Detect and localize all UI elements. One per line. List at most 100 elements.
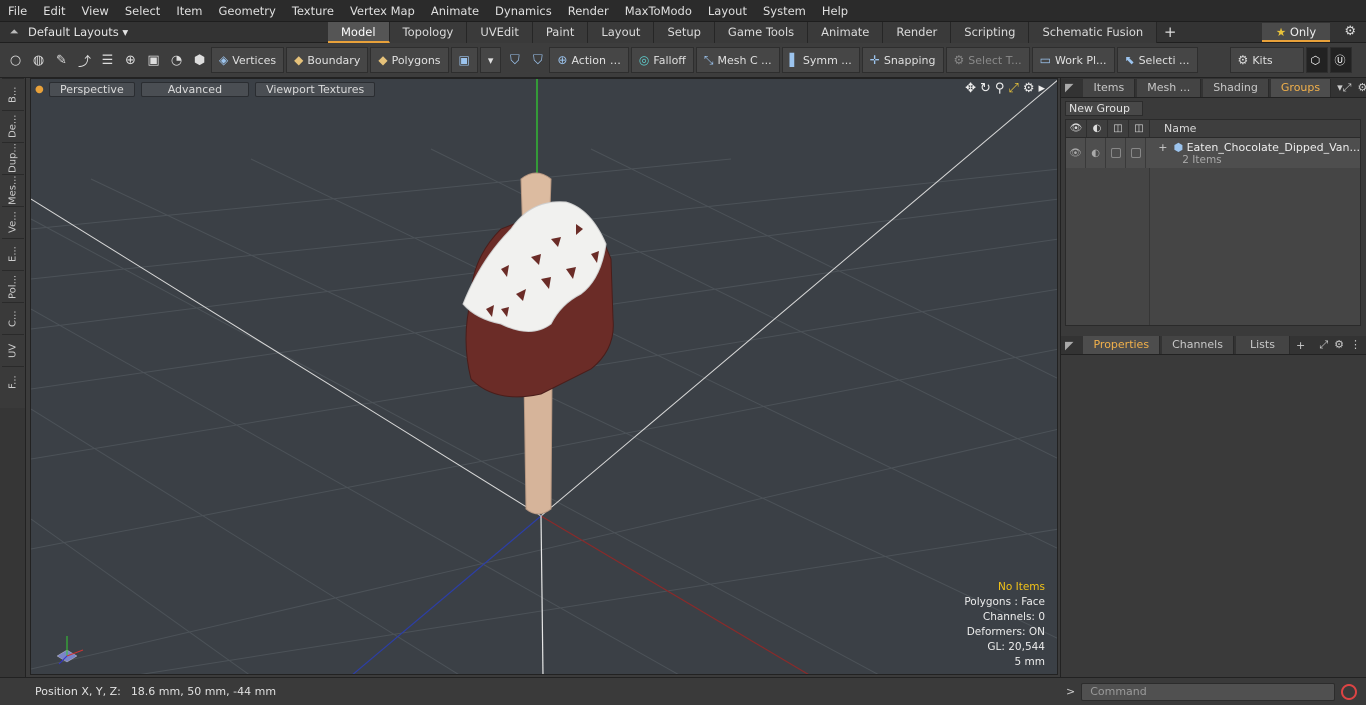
command-arrow-icon[interactable]: > — [1066, 685, 1075, 698]
symmetry-button[interactable]: ▌ Symm ... — [781, 47, 860, 73]
menu-select[interactable]: Select — [117, 0, 168, 22]
visibility-col-icon[interactable]: 👁 — [1066, 120, 1087, 137]
select-through-button[interactable]: ⚙ Select T... — [945, 47, 1030, 73]
tab-lists[interactable]: Lists — [1235, 336, 1290, 354]
new-group-button[interactable]: New Group — [1065, 101, 1143, 116]
tab-mesh[interactable]: Mesh ... — [1137, 78, 1202, 97]
zoom-icon[interactable]: ⚲ — [995, 81, 1005, 96]
expand-panel-icon[interactable]: ⤢ — [1343, 81, 1352, 95]
menu-edit[interactable]: Edit — [35, 0, 73, 22]
lock-checkbox[interactable] — [1106, 138, 1127, 168]
gear-icon[interactable]: ⚙ — [1344, 24, 1356, 39]
tab-animate[interactable]: Animate — [808, 21, 884, 43]
tab-layout[interactable]: Layout — [588, 21, 655, 43]
tab-schematic-fusion[interactable]: Schematic Fusion — [1029, 21, 1158, 43]
tab-shading[interactable]: Shading — [1203, 78, 1269, 97]
polygons-button[interactable]: ◆ Polygons — [370, 47, 449, 73]
rotate-icon[interactable]: ↻ — [980, 81, 991, 96]
snapping-button[interactable]: ✛ Snapping — [861, 47, 944, 73]
menu-layout[interactable]: Layout — [700, 0, 755, 22]
vertices-button[interactable]: ◈ Vertices — [211, 47, 285, 73]
menu-item[interactable]: Item — [168, 0, 210, 22]
tab-items[interactable]: Items — [1083, 78, 1136, 97]
viewport-textures-button[interactable]: Viewport Textures — [255, 81, 376, 97]
menu-render[interactable]: Render — [560, 0, 617, 22]
tab-channels[interactable]: Channels — [1162, 336, 1234, 354]
name-column-header[interactable]: Name — [1150, 120, 1196, 137]
pie-icon[interactable]: ◔ — [165, 47, 188, 73]
menu-geometry[interactable]: Geometry — [211, 0, 284, 22]
tab-game-tools[interactable]: Game Tools — [714, 21, 809, 43]
3d-viewport[interactable]: ● Perspective Advanced Viewport Textures… — [30, 78, 1058, 675]
panel-menu-dot-icon[interactable]: ◤ — [1065, 81, 1073, 94]
left-tab-curve[interactable]: C... — [2, 302, 24, 334]
shield-icon[interactable]: ⬢ — [188, 47, 211, 73]
render-toggle-icon[interactable]: ◐ — [1086, 138, 1107, 168]
layout-up-icon[interactable]: ⏶ — [0, 25, 28, 39]
tab-uvedit[interactable]: UVEdit — [467, 21, 533, 43]
pan-icon[interactable]: ✥ — [965, 81, 976, 96]
tab-setup[interactable]: Setup — [654, 21, 715, 43]
left-tab-mesh[interactable]: Mes... — [2, 174, 24, 206]
properties-more-icon[interactable]: ⋮ — [1350, 338, 1361, 352]
menu-vertex-map[interactable]: Vertex Map — [342, 0, 423, 22]
left-tab-duplicate[interactable]: Dup... — [2, 142, 24, 174]
properties-settings-icon[interactable]: ⚙ — [1334, 338, 1344, 352]
tab-model[interactable]: Model — [328, 21, 390, 43]
menu-file[interactable]: File — [0, 0, 35, 22]
globe-icon[interactable]: ◍ — [27, 47, 50, 73]
menu-system[interactable]: System — [755, 0, 814, 22]
advanced-button[interactable]: Advanced — [140, 81, 250, 97]
tab-paint[interactable]: Paint — [532, 21, 589, 43]
command-input[interactable]: Command — [1081, 682, 1336, 701]
lock-col-icon[interactable]: ◫ — [1108, 120, 1129, 137]
left-tab-basic[interactable]: B... — [2, 78, 24, 110]
maximize-icon[interactable]: ⤢ — [1008, 81, 1018, 96]
expand-plus-icon[interactable]: + — [1158, 141, 1167, 154]
render-col-icon[interactable]: ◐ — [1087, 120, 1108, 137]
pen-icon[interactable]: ✎ — [50, 47, 73, 73]
panel-settings-icon[interactable]: ⚙ — [1357, 81, 1366, 95]
menu-maxtomodo[interactable]: MaxToModo — [617, 0, 700, 22]
left-tab-edge[interactable]: E... — [2, 238, 24, 270]
expand-arrow-icon[interactable]: ▸ — [1038, 81, 1045, 96]
modo-cube-button[interactable]: ⬡ — [1305, 47, 1328, 73]
tab-groups[interactable]: Groups — [1270, 78, 1332, 97]
left-tab-deform[interactable]: De... — [2, 110, 24, 142]
viewport-menu-dot-icon[interactable]: ● — [35, 84, 44, 95]
left-tab-vertex[interactable]: Ve... — [2, 206, 24, 238]
align-icon[interactable]: ☰ — [96, 47, 119, 73]
tab-properties[interactable]: Properties — [1083, 336, 1161, 354]
left-tab-polygon[interactable]: Pol... — [2, 270, 24, 302]
menu-help[interactable]: Help — [814, 0, 856, 22]
menu-view[interactable]: View — [74, 0, 117, 22]
menu-texture[interactable]: Texture — [284, 0, 342, 22]
selection-sets-button[interactable]: ⬉ Selecti ... — [1116, 47, 1198, 73]
center-icon[interactable]: ⊕ — [119, 47, 142, 73]
expand-properties-icon[interactable]: ⤢ — [1319, 338, 1328, 352]
snap-pivot-icon[interactable]: ⛉ — [526, 47, 549, 73]
unreal-button[interactable]: Ⓤ — [1329, 47, 1352, 73]
select-col-icon[interactable]: ◫ — [1129, 120, 1150, 137]
select-checkbox[interactable] — [1126, 138, 1147, 168]
eye-icon[interactable]: 👁 — [1066, 138, 1087, 168]
kits-button[interactable]: ⚙ Kits — [1229, 47, 1304, 73]
work-plane-button[interactable]: ▭ Work Pl... — [1031, 47, 1115, 73]
menu-dynamics[interactable]: Dynamics — [487, 0, 560, 22]
only-toggle[interactable]: ★ Only — [1262, 23, 1330, 42]
circle-select-icon[interactable]: ○ — [4, 47, 27, 73]
cube-mode-button[interactable]: ▣ — [450, 47, 478, 73]
record-icon[interactable] — [1341, 683, 1358, 700]
left-tab-fusion[interactable]: F... — [2, 366, 24, 398]
menu-animate[interactable]: Animate — [423, 0, 487, 22]
tab-render[interactable]: Render — [883, 21, 952, 43]
boundary-button[interactable]: ◆ Boundary — [286, 47, 369, 73]
mesh-constraint-button[interactable]: ⤡ Mesh C ... — [695, 47, 780, 73]
left-tab-uv[interactable]: UV — [2, 334, 24, 366]
mode-dropdown[interactable]: ▾ — [479, 47, 502, 73]
add-tab-icon[interactable]: + — [1157, 23, 1183, 41]
tab-topology[interactable]: Topology — [389, 21, 468, 43]
properties-menu-dot-icon[interactable]: ◤ — [1065, 339, 1073, 352]
viewport-settings-icon[interactable]: ⚙ — [1023, 81, 1035, 96]
default-layouts-dropdown[interactable]: Default Layouts ▾ — [28, 25, 328, 39]
